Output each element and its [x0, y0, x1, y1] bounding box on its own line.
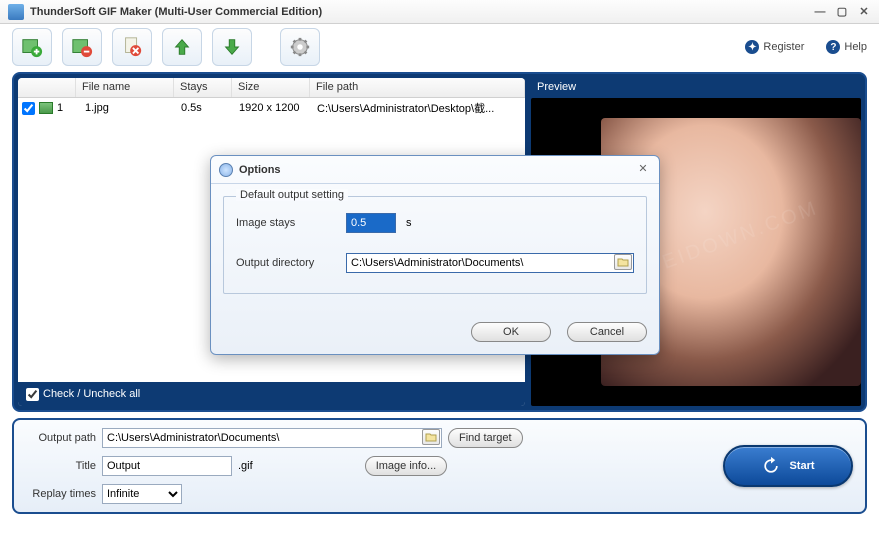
dialog-close-button[interactable]: ✕ — [635, 162, 651, 178]
help-icon: ? — [826, 40, 840, 54]
col-check[interactable] — [18, 78, 76, 97]
row-number: 1 — [57, 102, 85, 114]
row-filename: 1.jpg — [85, 102, 181, 114]
image-info-button[interactable]: Image info... — [365, 456, 448, 476]
folder-icon — [617, 257, 629, 267]
output-directory-label: Output directory — [236, 257, 336, 269]
fieldset-legend: Default output setting — [236, 189, 348, 201]
arrow-down-icon — [221, 36, 243, 58]
browse-output-button[interactable] — [422, 429, 440, 445]
register-link[interactable]: ✦ Register — [745, 40, 804, 54]
output-directory-input[interactable] — [346, 253, 634, 273]
cancel-button[interactable]: Cancel — [567, 322, 647, 342]
file-delete-icon — [121, 36, 143, 58]
move-up-button[interactable] — [162, 28, 202, 66]
table-row[interactable]: 1 1.jpg 0.5s 1920 x 1200 C:\Users\Admini… — [18, 98, 525, 118]
move-down-button[interactable] — [212, 28, 252, 66]
add-image-button[interactable] — [12, 28, 52, 66]
toolbar: ✦ Register ? Help — [0, 24, 879, 70]
gear-icon — [289, 36, 311, 58]
maximize-button[interactable]: ▢ — [835, 5, 849, 19]
col-size[interactable]: Size — [232, 78, 310, 97]
settings-button[interactable] — [280, 28, 320, 66]
image-stays-label: Image stays — [236, 217, 336, 229]
seconds-label: s — [406, 217, 412, 229]
register-label: Register — [763, 41, 804, 53]
col-filepath[interactable]: File path — [310, 78, 525, 97]
image-minus-icon — [71, 36, 93, 58]
row-size: 1920 x 1200 — [239, 102, 317, 114]
dialog-titlebar[interactable]: Options ✕ — [211, 156, 659, 184]
refresh-icon — [761, 456, 781, 476]
ok-button[interactable]: OK — [471, 322, 551, 342]
col-stays[interactable]: Stays — [174, 78, 232, 97]
delete-file-button[interactable] — [112, 28, 152, 66]
minimize-button[interactable]: — — [813, 5, 827, 19]
remove-image-button[interactable] — [62, 28, 102, 66]
help-link[interactable]: ? Help — [826, 40, 867, 54]
row-checkbox[interactable] — [22, 102, 35, 115]
image-plus-icon — [21, 36, 43, 58]
row-thumb-icon — [39, 102, 53, 114]
dialog-icon — [219, 163, 233, 177]
preview-label: Preview — [531, 78, 861, 98]
register-icon: ✦ — [745, 40, 759, 54]
output-path-label: Output path — [26, 432, 96, 444]
start-button[interactable]: Start — [723, 445, 853, 487]
title-label: Title — [26, 460, 96, 472]
title-input[interactable] — [102, 456, 232, 476]
check-all-checkbox[interactable] — [26, 388, 39, 401]
app-icon — [8, 4, 24, 20]
check-all-label: Check / Uncheck all — [43, 388, 140, 400]
replay-times-label: Replay times — [26, 488, 96, 500]
file-list-header: File name Stays Size File path — [18, 78, 525, 98]
col-filename[interactable]: File name — [76, 78, 174, 97]
help-label: Help — [844, 41, 867, 53]
titlebar: ThunderSoft GIF Maker (Multi-User Commer… — [0, 0, 879, 24]
row-stays: 0.5s — [181, 102, 239, 114]
app-title: ThunderSoft GIF Maker (Multi-User Commer… — [30, 6, 813, 18]
folder-icon — [425, 432, 437, 442]
bottom-panel: Output path Find target Title .gif Image… — [12, 418, 867, 514]
dialog-title: Options — [239, 164, 635, 176]
arrow-up-icon — [171, 36, 193, 58]
check-all-bar: Check / Uncheck all — [18, 382, 525, 406]
output-path-input[interactable] — [102, 428, 442, 448]
image-stays-input[interactable] — [346, 213, 396, 233]
default-output-fieldset: Default output setting Image stays s Out… — [223, 196, 647, 294]
start-label: Start — [789, 460, 814, 472]
browse-directory-button[interactable] — [614, 254, 632, 270]
row-path: C:\Users\Administrator\Desktop\截... — [317, 100, 521, 116]
find-target-button[interactable]: Find target — [448, 428, 523, 448]
options-dialog: Options ✕ Default output setting Image s… — [210, 155, 660, 355]
close-button[interactable]: ✕ — [857, 5, 871, 19]
replay-times-select[interactable]: Infinite — [102, 484, 182, 504]
gif-extension-label: .gif — [238, 460, 253, 472]
